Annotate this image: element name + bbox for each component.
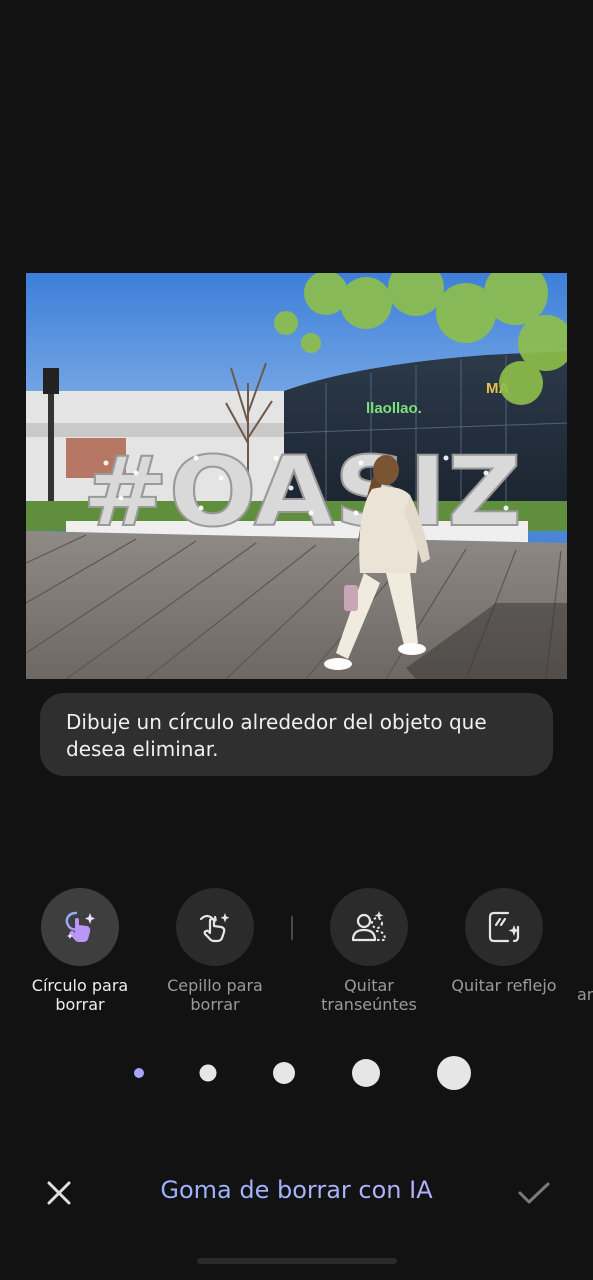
tool-circle-erase-label: Círculo para borrar [31, 976, 129, 1014]
brush-size-4[interactable] [352, 1059, 380, 1087]
eraser-tools: Círculo para borrar Cepillo para borrar [0, 888, 593, 1028]
tool-brush-erase-label: Cepillo para borrar [167, 976, 263, 1014]
brush-size-selector [0, 1052, 593, 1096]
tool-remove-people-label: Quitar transeúntes [321, 976, 417, 1014]
tool-brush-erase-button[interactable] [176, 888, 254, 966]
tool-partial-label[interactable]: ar [577, 985, 593, 1004]
brush-size-2[interactable] [199, 1064, 217, 1082]
tool-circle-erase[interactable]: Círculo para borrar [20, 888, 140, 1014]
edited-photo[interactable]: llaollao. MA #OASIZ [26, 273, 567, 679]
hint-text: Dibuje un círculo alrededor del objeto q… [66, 710, 487, 761]
tools-divider [291, 916, 293, 940]
hint-bubble: Dibuje un círculo alrededor del objeto q… [40, 693, 553, 776]
tool-remove-people-button[interactable] [330, 888, 408, 966]
photo-illustration: llaollao. MA #OASIZ [26, 273, 567, 679]
brush-size-3[interactable] [273, 1062, 295, 1084]
tool-remove-reflection-label: Quitar reflejo [451, 976, 557, 995]
brush-erase-icon [199, 913, 230, 943]
store-sign: llaollao. [366, 400, 422, 417]
ai-eraser-screen: llaollao. MA #OASIZ Dibuje un círculo al… [0, 0, 593, 1280]
remove-people-icon [351, 911, 387, 942]
tool-remove-people[interactable]: Quitar transeúntes [309, 888, 429, 1014]
oasiz-sign: #OASIZ [82, 436, 522, 548]
tool-remove-reflection-button[interactable] [465, 888, 543, 966]
circle-erase-icon [65, 911, 95, 942]
tool-circle-erase-button[interactable] [41, 888, 119, 966]
brush-size-5[interactable] [437, 1056, 471, 1090]
remove-reflection-icon [488, 911, 520, 943]
bottom-bar: Goma de borrar con IA [0, 1160, 593, 1224]
screen-title: Goma de borrar con IA [0, 1176, 593, 1204]
tool-brush-erase[interactable]: Cepillo para borrar [155, 888, 275, 1014]
confirm-button[interactable] [512, 1172, 556, 1214]
brush-size-1[interactable] [134, 1068, 144, 1078]
home-indicator [197, 1258, 397, 1264]
tool-remove-reflection[interactable]: Quitar reflejo [444, 888, 564, 995]
check-icon [518, 1182, 550, 1204]
